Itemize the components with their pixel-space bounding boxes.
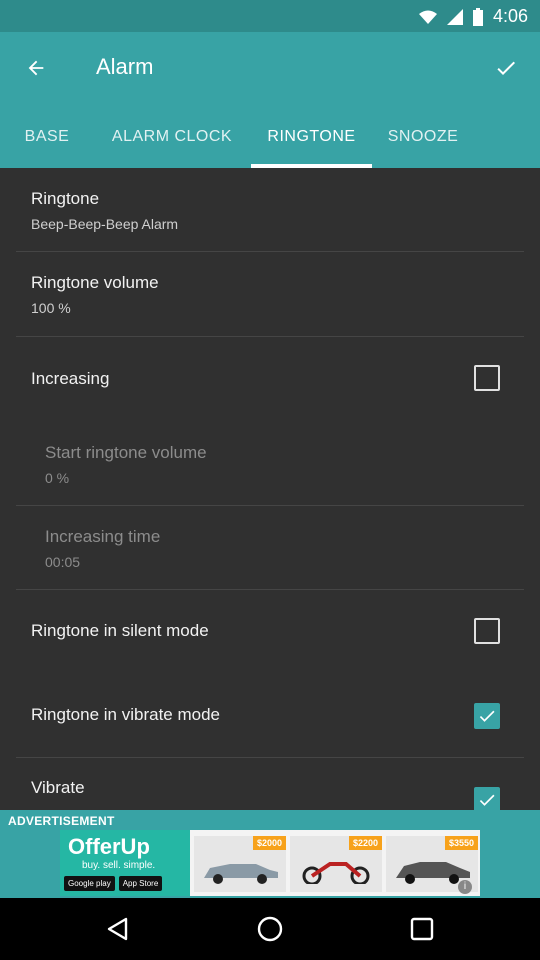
- status-bar: 4:06: [0, 0, 540, 32]
- ad-tagline: buy. sell. simple.: [82, 860, 156, 871]
- setting-title: Start ringtone volume: [45, 443, 207, 462]
- increasing-checkbox[interactable]: [474, 365, 500, 391]
- setting-title: Ringtone in silent mode: [31, 621, 209, 640]
- ad-price: $2000: [252, 836, 286, 850]
- silent-mode-setting[interactable]: Ringtone in silent mode: [0, 590, 540, 674]
- nav-recents-button[interactable]: [406, 913, 438, 945]
- check-icon: [479, 794, 495, 806]
- setting-title: Ringtone volume: [31, 273, 159, 292]
- ad-banner[interactable]: OfferUp buy. sell. simple. Google play A…: [60, 830, 480, 896]
- tab-base[interactable]: BASE: [0, 122, 94, 168]
- circle-home-icon: [257, 916, 283, 942]
- tab-ringtone[interactable]: RINGTONE: [251, 122, 372, 168]
- tab-snooze[interactable]: SNOOZE: [372, 122, 474, 168]
- setting-value: Beep-Beep-Beep Alarm: [31, 216, 179, 232]
- ad-price: $3550: [444, 836, 478, 850]
- tab-label: RINGTONE: [267, 128, 356, 145]
- status-time: 4:06: [492, 6, 528, 26]
- ad-label: ADVERTISEMENT: [8, 814, 115, 828]
- vibrate-setting[interactable]: Vibrate: [0, 758, 540, 810]
- ad-brand-name: OfferUp: [68, 834, 150, 859]
- battery-icon: [472, 7, 483, 26]
- vibrate-checkbox[interactable]: [474, 787, 500, 810]
- info-icon[interactable]: i: [458, 880, 472, 894]
- ad-item-car: $2000: [194, 836, 286, 892]
- check-icon: [497, 61, 515, 75]
- ad-item-motorcycle: $2200: [290, 836, 382, 892]
- check-icon: [479, 710, 495, 722]
- setting-value: 00:05: [45, 554, 81, 570]
- ad-store-badges: Google play App Store: [64, 876, 163, 891]
- increasing-time-setting: Increasing time 00:05: [0, 506, 540, 590]
- car-icon: [204, 864, 278, 884]
- silent-mode-checkbox[interactable]: [474, 618, 500, 644]
- arrow-back-icon: [28, 60, 44, 76]
- square-recents-icon: [410, 917, 434, 941]
- setting-value: 100 %: [31, 300, 71, 316]
- vibrate-mode-checkbox[interactable]: [474, 703, 500, 729]
- start-ringtone-volume-setting: Start ringtone volume 0 %: [0, 421, 540, 505]
- signal-icon: [446, 8, 463, 25]
- ad-brand-panel: OfferUp buy. sell. simple. Google play A…: [60, 830, 190, 896]
- ringtone-volume-setting[interactable]: Ringtone volume 100 %: [0, 252, 540, 336]
- setting-title: Increasing: [31, 369, 110, 388]
- app-store-badge: App Store: [118, 876, 163, 891]
- tab-bar: BASE ALARM CLOCK RINGTONE SNOOZE: [0, 122, 540, 168]
- tab-label: BASE: [24, 128, 70, 145]
- car-icon: [396, 862, 470, 884]
- setting-title: Ringtone in vibrate mode: [31, 705, 221, 724]
- tab-alarm-clock[interactable]: ALARM CLOCK: [94, 122, 250, 168]
- status-icons: 4:06: [418, 6, 528, 27]
- setting-title: Increasing time: [45, 527, 161, 546]
- motorcycle-icon: [302, 862, 370, 884]
- settings-list: Ringtone Beep-Beep-Beep Alarm Ringtone v…: [0, 168, 540, 810]
- ringtone-setting[interactable]: Ringtone Beep-Beep-Beep Alarm: [0, 168, 540, 252]
- navigation-bar: [0, 898, 540, 960]
- back-button[interactable]: [20, 52, 52, 84]
- setting-title: Vibrate: [31, 778, 85, 797]
- confirm-button[interactable]: [490, 52, 522, 84]
- google-play-badge: Google play: [64, 876, 115, 891]
- wifi-icon: [418, 10, 437, 24]
- ad-price: $2200: [348, 836, 382, 850]
- setting-title: Ringtone: [31, 189, 100, 208]
- vibrate-mode-setting[interactable]: Ringtone in vibrate mode: [0, 674, 540, 758]
- triangle-back-icon: [107, 917, 128, 941]
- page-title: Alarm: [96, 54, 154, 79]
- advertisement-bar: ADVERTISEMENT OfferUp buy. sell. simple.…: [0, 810, 540, 898]
- nav-back-button[interactable]: [102, 913, 134, 945]
- app-bar: Alarm BASE ALARM CLOCK RINGTONE SNOOZE: [0, 32, 540, 168]
- nav-home-button[interactable]: [254, 913, 286, 945]
- tab-label: SNOOZE: [387, 128, 459, 145]
- setting-value: 0 %: [45, 470, 70, 486]
- increasing-setting[interactable]: Increasing: [0, 337, 540, 421]
- tab-label: ALARM CLOCK: [111, 128, 233, 145]
